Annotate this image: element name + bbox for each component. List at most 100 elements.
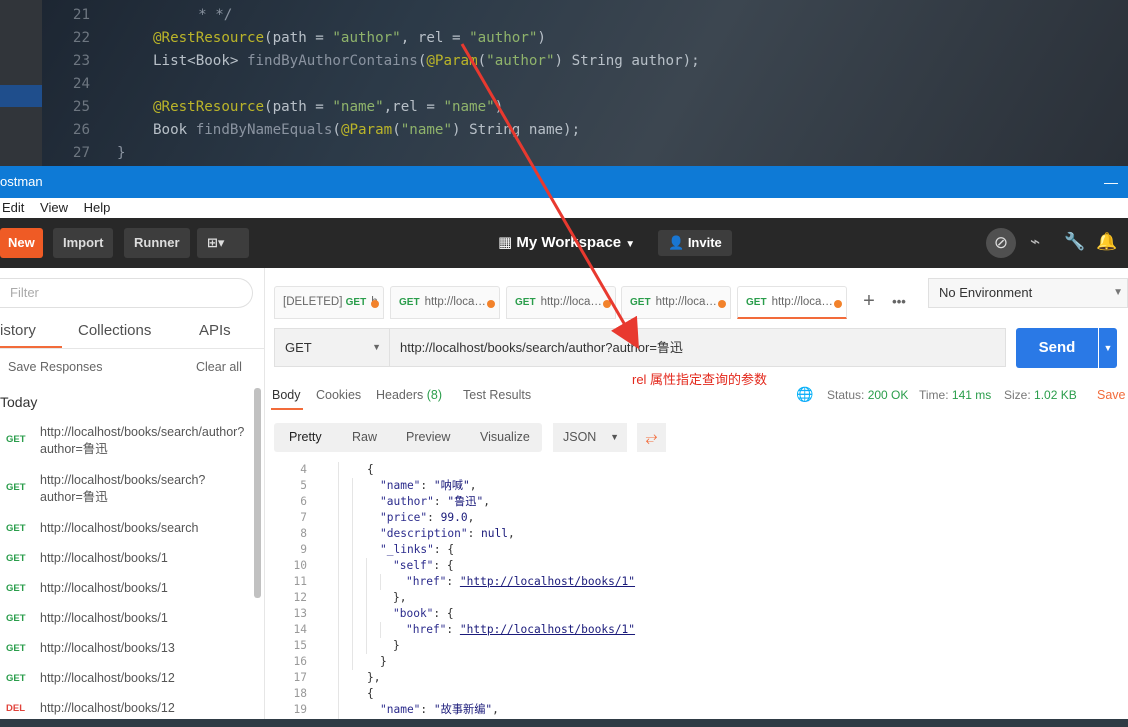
- method-badge: GET: [6, 673, 26, 684]
- json-value: 99.0: [440, 511, 468, 524]
- tab-history[interactable]: istory: [0, 322, 36, 342]
- method-select[interactable]: GET ▼: [274, 328, 390, 367]
- code-text: List<Book> findByAuthorContains(@Param("…: [153, 53, 700, 69]
- request-panel: + ••• [DELETED] GETh GET http://loca… GET ht…: [265, 268, 1128, 727]
- url-input[interactable]: http://localhost/books/search/author?aut…: [389, 328, 1006, 367]
- sidebar-scrollbar[interactable]: [254, 388, 261, 598]
- response-tabs: Body Cookies Headers (8) Test Results 🌐 …: [265, 386, 1128, 410]
- menu-edit[interactable]: Edit: [2, 200, 24, 215]
- view-visualize[interactable]: Visualize: [480, 423, 530, 452]
- send-options-button[interactable]: ▼: [1099, 328, 1117, 368]
- tab-headers[interactable]: Headers (8): [376, 388, 442, 402]
- code-line: 15}: [265, 638, 1128, 654]
- history-url: http://localhost/books/search: [40, 521, 199, 535]
- method-badge: DEL: [6, 703, 25, 714]
- filter-input[interactable]: Filter: [0, 278, 253, 308]
- code-line: 16}: [265, 654, 1128, 670]
- line-number: 27: [72, 145, 90, 161]
- tab-apis[interactable]: APIs: [199, 322, 231, 342]
- runner-button[interactable]: Runner: [124, 228, 190, 258]
- tab-method: GET: [399, 297, 420, 308]
- request-tab[interactable]: GET http://loca…: [621, 286, 731, 319]
- view-pretty[interactable]: Pretty: [289, 423, 322, 452]
- workspace-selector[interactable]: ▦ My Workspace ▼: [498, 233, 635, 251]
- satellite-icon[interactable]: ⌁: [1030, 232, 1040, 252]
- globe-icon[interactable]: 🌐: [796, 386, 813, 403]
- view-mode-bar: Pretty Raw Preview Visualize: [274, 423, 542, 452]
- code-line: 10 "self": {: [265, 558, 1128, 574]
- tab-method: GET: [746, 297, 767, 308]
- add-tab-button[interactable]: +: [856, 286, 882, 319]
- environment-select[interactable]: No Environment ▼: [928, 278, 1128, 308]
- code-content: "book": {: [393, 607, 454, 620]
- request-tab[interactable]: GET http://loca…: [506, 286, 616, 319]
- new-button[interactable]: New: [0, 228, 43, 258]
- line-number: 16: [293, 655, 307, 668]
- status-value: 200 OK: [867, 388, 909, 402]
- code-line: 17},: [265, 670, 1128, 686]
- code-line: 14 "href": "http://localhost/books/1": [265, 622, 1128, 638]
- code-line: 6 "author": "鲁迅",: [265, 494, 1128, 510]
- more-tabs-button[interactable]: •••: [886, 286, 912, 319]
- code-content: },: [393, 591, 407, 604]
- tab-body[interactable]: Body: [272, 388, 301, 402]
- add-user-icon: 👤: [668, 235, 685, 250]
- tab-label: http://loca…: [771, 296, 833, 308]
- request-tab[interactable]: GET http://loca…: [737, 286, 847, 319]
- code-token: @Param: [426, 53, 478, 69]
- code-token: "author": [469, 30, 538, 46]
- code-text: @RestResource(path = "name",rel = "name"…: [153, 99, 504, 115]
- bell-icon[interactable]: 🔔: [1096, 232, 1117, 252]
- method-badge: GET: [6, 482, 26, 493]
- import-button[interactable]: Import: [53, 228, 114, 258]
- menu-help[interactable]: Help: [84, 200, 111, 215]
- json-key: "href": [406, 575, 447, 588]
- method-badge: GET: [6, 553, 26, 564]
- save-response-button[interactable]: Save: [1097, 388, 1126, 402]
- tab-cookies[interactable]: Cookies: [316, 388, 361, 402]
- line-number: 22: [72, 30, 90, 46]
- send-button[interactable]: Send: [1016, 328, 1098, 368]
- code-line: 5 "name": "呐喊",: [265, 478, 1128, 494]
- view-raw[interactable]: Raw: [352, 423, 377, 452]
- time-label: Time:: [919, 388, 949, 402]
- tab-test-results[interactable]: Test Results: [463, 388, 531, 402]
- invite-label: Invite: [687, 235, 722, 250]
- history-group-today: Today: [0, 394, 38, 410]
- code-token: findByAuthorContains: [246, 53, 418, 69]
- sync-off-icon[interactable]: ⊘: [986, 228, 1016, 258]
- save-responses-toggle[interactable]: Save Responses: [8, 360, 103, 374]
- code-content: "description": null,: [380, 527, 515, 540]
- history-url: http://localhost/books/1: [40, 611, 168, 625]
- code-line: 19 "name": "故事新编",: [265, 702, 1128, 718]
- tab-label: http://loca…: [540, 296, 602, 308]
- method-badge: GET: [6, 434, 26, 445]
- new-window-button[interactable]: ⊞▾: [197, 228, 249, 258]
- line-number: 10: [293, 559, 307, 572]
- request-tab[interactable]: [DELETED] GETh: [274, 286, 384, 319]
- wrench-icon[interactable]: 🔧: [1064, 232, 1085, 252]
- minimize-button[interactable]: —: [1104, 166, 1118, 198]
- code-content: },: [367, 671, 381, 684]
- code-token: @RestResource: [153, 30, 265, 46]
- tab-collections[interactable]: Collections: [78, 322, 151, 342]
- line-number: 12: [293, 591, 307, 604]
- wrap-lines-icon[interactable]: ⥂: [637, 423, 666, 452]
- request-tab[interactable]: GET http://loca…: [390, 286, 500, 319]
- clear-all-button[interactable]: Clear all: [196, 360, 242, 374]
- format-value: JSON: [563, 430, 597, 444]
- line-number: 15: [293, 639, 307, 652]
- code-token: "name": [400, 122, 452, 138]
- size-value: 1.02 KB: [1034, 388, 1077, 402]
- menu-view[interactable]: View: [40, 200, 68, 215]
- window-titlebar: ostman —: [0, 166, 1128, 198]
- headers-label: Headers: [376, 388, 424, 402]
- invite-button[interactable]: 👤 Invite: [658, 230, 732, 256]
- code-token: "name": [332, 99, 384, 115]
- code-text: }: [117, 142, 126, 165]
- format-select[interactable]: JSON ▼: [553, 423, 627, 452]
- time-info: Time: 141 ms: [919, 388, 991, 402]
- annotation-text: rel 属性指定查询的参数: [632, 372, 768, 387]
- history-url: http://localhost/books/12: [40, 701, 175, 715]
- view-preview[interactable]: Preview: [406, 423, 450, 452]
